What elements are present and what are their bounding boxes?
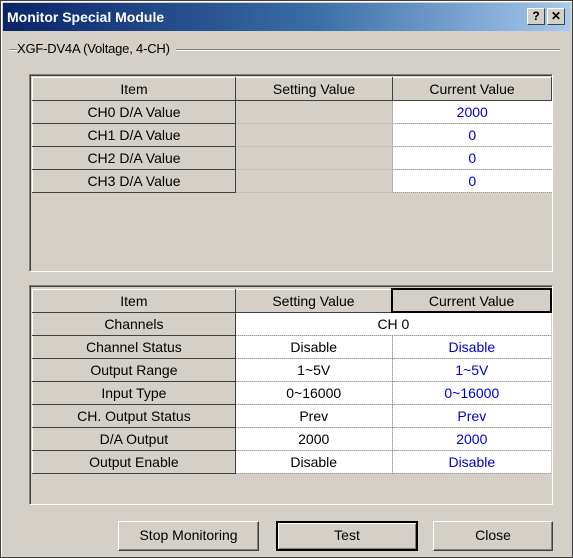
monitor-special-module-dialog: Monitor Special Module ? ✕ XGF-DV4A (Vol… [0,0,573,558]
da-value-table: Item Setting Value Current Value CH0 D/A… [32,77,552,193]
row-item-label: Channels [32,311,236,336]
setting-cell[interactable]: 1~5V [235,358,393,382]
row-item-label: Output Enable [32,449,236,474]
module-group-label: XGF-DV4A (Voltage, 4-CH) [17,41,176,56]
channel-settings-panel: Item Setting Value Current Value Channel… [29,285,553,505]
table-row[interactable]: CH1 D/A Value 0 [32,123,552,147]
current-value-cell: 1~5V [392,358,551,382]
table-row[interactable]: CH2 D/A Value 0 [32,146,552,170]
row-item-label: CH. Output Status [32,403,236,428]
current-value-cell: Prev [392,404,551,428]
header-current-value[interactable]: Current Value [391,288,552,313]
row-item-label: D/A Output [32,426,236,451]
setting-cell[interactable]: Disable [235,450,393,474]
window-title: Monitor Special Module [7,9,165,25]
table-row[interactable]: Output Range 1~5V 1~5V [32,357,551,382]
table-row[interactable]: CH0 D/A Value 2000 [32,100,552,124]
help-button[interactable]: ? [527,8,545,25]
row-item-label: Channel Status [32,334,236,359]
setting-cell[interactable]: 0~16000 [235,381,393,405]
current-value-cell: 0 [392,123,552,147]
setting-cell [235,123,393,147]
title-bar: Monitor Special Module ? ✕ [3,3,570,31]
header-current-value[interactable]: Current Value [392,77,552,101]
table-row[interactable]: Channel Status Disable Disable [32,334,551,359]
stop-monitoring-button[interactable]: Stop Monitoring [118,521,259,551]
current-value-cell: 0 [392,169,552,193]
row-item-label: CH0 D/A Value [32,100,236,124]
channel-settings-table: Item Setting Value Current Value Channel… [32,288,552,474]
row-item-label: Input Type [32,380,236,405]
table-header-row: Item Setting Value Current Value [32,288,552,313]
setting-cell[interactable]: Prev [235,404,393,428]
current-value-cell: 0~16000 [392,381,551,405]
table-row[interactable]: CH. Output Status Prev Prev [32,403,551,428]
current-value-cell: 2000 [392,100,552,124]
header-item[interactable]: Item [32,77,236,101]
close-window-button[interactable]: ✕ [547,8,565,25]
da-value-panel: Item Setting Value Current Value CH0 D/A… [29,74,553,272]
setting-cell[interactable]: Disable [235,335,393,359]
test-button[interactable]: Test [276,521,418,551]
header-item[interactable]: Item [32,288,236,313]
current-value-cell: 2000 [392,427,551,451]
row-item-label: Output Range [32,357,236,382]
table-header-row: Item Setting Value Current Value [32,77,552,101]
table-row[interactable]: CH3 D/A Value 0 [32,169,552,193]
close-button[interactable]: Close [433,521,553,551]
table-row[interactable]: Input Type 0~16000 0~16000 [32,380,551,405]
current-value-cell: Disable [392,335,551,359]
current-value-cell: Disable [392,450,551,474]
current-value-cell: 0 [392,146,552,170]
table-row[interactable]: D/A Output 2000 2000 [32,426,551,451]
header-setting-value[interactable]: Setting Value [234,288,393,313]
channels-row[interactable]: Channels CH 0 [32,311,551,336]
setting-cell [235,100,393,124]
setting-cell[interactable]: 2000 [235,427,393,451]
setting-cell [235,146,393,170]
channels-select[interactable]: CH 0 [235,312,551,336]
header-setting-value[interactable]: Setting Value [235,77,393,101]
setting-cell [235,169,393,193]
table-row[interactable]: Output Enable Disable Disable [32,449,551,474]
row-item-label: CH3 D/A Value [32,169,236,193]
row-item-label: CH1 D/A Value [32,123,236,147]
row-item-label: CH2 D/A Value [32,146,236,170]
